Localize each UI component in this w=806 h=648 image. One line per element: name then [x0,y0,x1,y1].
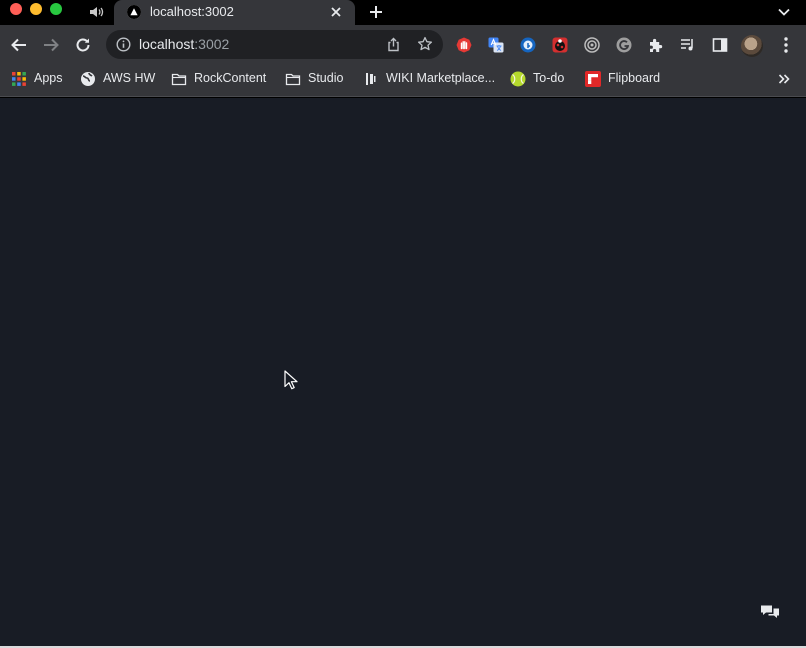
window-maximize-button[interactable] [50,3,62,15]
tab-title: localhost:3002 [150,4,234,19]
tab-search-chevron-icon[interactable] [777,5,791,19]
wiki-icon [363,71,379,87]
reload-icon[interactable] [74,36,92,54]
address-bar[interactable]: localhost:3002 [106,30,443,59]
mouse-pointer-icon [284,370,298,390]
window-close-button[interactable] [10,3,22,15]
bookmark-label: Apps [34,71,63,85]
bookmarks-bar: Apps AWS HW RockContent Studio WIKI Mark… [0,64,806,97]
bookmark-label: Flipboard [608,71,661,85]
bookmark-label: WIKI Marketplace... [386,71,496,85]
lock-key-icon[interactable] [520,37,536,53]
site-info-icon[interactable] [116,37,131,52]
tab-audio-icon[interactable] [88,4,104,20]
active-tab[interactable]: localhost:3002 [114,0,355,25]
bookmark-label: RockContent [194,71,267,85]
queue-icon[interactable] [680,37,696,53]
forward-arrow-icon[interactable] [42,36,60,54]
bookmark-label: AWS HW [103,71,156,85]
kebab-menu-icon[interactable] [779,36,793,54]
url-text[interactable]: localhost:3002 [139,36,229,52]
stop-hand-icon[interactable] [456,37,472,53]
side-panel-icon[interactable] [712,37,728,53]
puzzle-icon[interactable] [648,37,664,53]
tab-favicon-icon [127,5,141,19]
globe-icon [80,71,96,87]
back-arrow-icon[interactable] [10,36,28,54]
url-host: localhost [139,36,195,52]
flipboard-icon [585,71,601,87]
chat-bubbles-icon[interactable] [760,603,780,621]
browser-toolbar: localhost:3002 [0,25,806,64]
target-icon[interactable] [584,37,600,53]
share-icon[interactable] [386,37,401,52]
apps-grid-icon [11,71,27,87]
page-viewport [0,98,806,646]
bookmark-label: To-do [533,71,565,85]
tab-strip: localhost:3002 [0,0,806,25]
grammarly-icon[interactable] [616,37,632,53]
translate-icon[interactable] [488,37,504,53]
folder-icon [171,71,187,87]
bookmarks-overflow-chevron-icon[interactable] [776,71,792,87]
url-port: :3002 [194,36,230,52]
ladybug-icon[interactable] [552,37,568,53]
tennis-ball-icon [510,71,526,87]
bookmark-star-icon[interactable] [417,36,433,52]
window-minimize-button[interactable] [30,3,42,15]
new-tab-icon[interactable] [368,4,384,20]
bookmark-label: Studio [308,71,344,85]
folder-icon [285,71,301,87]
tab-close-icon[interactable] [329,5,343,19]
profile-avatar[interactable] [741,35,763,57]
